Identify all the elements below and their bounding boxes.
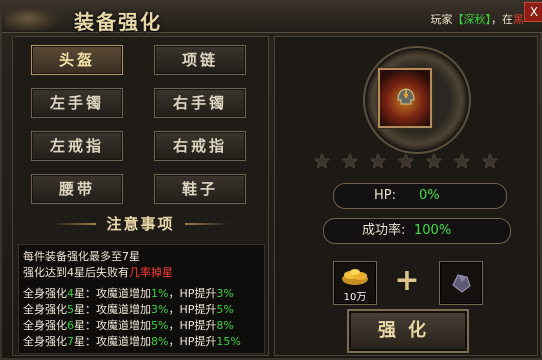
gold-amount: 10万 [343, 292, 367, 303]
gold-material-slot[interactable]: 10万 [333, 261, 377, 305]
enhance-button[interactable]: 强化 [347, 309, 469, 353]
ore-material-slot[interactable] [439, 261, 483, 305]
bonus-stars: 5 [67, 303, 74, 316]
slot-button-belt[interactable]: 腰带 [31, 174, 123, 204]
bonus-attack: 5% [151, 319, 169, 332]
star-rating: ★ ★ ★ ★ ★ ★ ★ [313, 149, 503, 173]
banner-location: 黑 [513, 13, 524, 26]
success-rate-value: 100% [414, 223, 452, 238]
bonus-hp: 5% [216, 303, 234, 316]
bonus-row: 全身强化7星：攻魔道增加8%，HP提升15% [23, 333, 241, 349]
ore-stone-icon [452, 274, 471, 293]
bonus-text: ，HP提升 [168, 335, 217, 348]
close-button[interactable]: X [524, 2, 542, 22]
enhance-window: 装备强化 玩家【深秋】，在黑 X 头盔 项链 左手镯 右手镯 左戒指 右戒指 腰… [0, 0, 542, 360]
bonus-text: 星：攻魔道增加 [74, 287, 151, 300]
gold-ingot-icon [342, 269, 368, 285]
slot-panel: 头盔 项链 左手镯 右手镯 左戒指 右戒指 腰带 鞋子 注意事项 每件装备强化最… [12, 36, 269, 356]
window-title: 装备强化 [74, 10, 162, 34]
banner-middle: ，在 [491, 13, 513, 26]
star-icon: ★ [481, 149, 499, 173]
bonus-hp: 8% [216, 319, 234, 332]
bonus-text: 星：攻魔道增加 [74, 303, 151, 316]
success-rate-label: 成功率: [362, 223, 406, 238]
star-icon: ★ [369, 149, 387, 173]
bonus-attack: 1% [151, 287, 169, 300]
bonus-hp: 15% [216, 335, 241, 348]
notice-warning: 几率掉星 [129, 266, 173, 279]
hp-label: HP: [374, 188, 396, 203]
bonus-text: ，HP提升 [168, 287, 217, 300]
bonus-stars: 4 [67, 287, 74, 300]
divider-right [185, 223, 230, 225]
title-bar[interactable]: 装备强化 玩家【深秋】，在黑 X [2, 2, 542, 34]
star-icon: ★ [341, 149, 359, 173]
bonus-row: 全身强化4星：攻魔道增加1%，HP提升3% [23, 285, 234, 301]
hp-bonus-display: HP: 0% [333, 183, 507, 209]
hp-value: 0% [419, 188, 440, 203]
bonus-label: 全身强化 [23, 303, 67, 316]
notice-header: 注意事项 [13, 211, 268, 237]
notice-title: 注意事项 [106, 215, 175, 233]
bonus-row: 全身强化5星：攻魔道增加3%，HP提升5% [23, 301, 234, 317]
bonus-label: 全身强化 [23, 319, 67, 332]
plus-icon: + [394, 263, 420, 298]
bonus-stars: 6 [67, 319, 74, 332]
star-icon: ★ [453, 149, 471, 173]
slot-button-necklace[interactable]: 项链 [154, 45, 246, 75]
star-icon: ★ [397, 149, 415, 173]
slot-button-shoes[interactable]: 鞋子 [154, 174, 246, 204]
bonus-label: 全身强化 [23, 287, 67, 300]
equipment-slot[interactable] [378, 68, 432, 128]
enhance-panel: ★ ★ ★ ★ ★ ★ ★ HP: 0% 成功率: 100% 10万 + 强化 [274, 36, 538, 356]
notice-line: 每件装备强化最多至7星 [23, 250, 140, 263]
slot-button-right-ring[interactable]: 右戒指 [154, 131, 246, 161]
star-icon: ★ [313, 149, 331, 173]
success-rate-display: 成功率: 100% [323, 218, 511, 244]
bonus-attack: 3% [151, 303, 169, 316]
bonus-text: 星：攻魔道增加 [74, 319, 151, 332]
helmet-icon [397, 88, 415, 105]
slot-button-left-ring[interactable]: 左戒指 [31, 131, 123, 161]
bonus-label: 全身强化 [23, 335, 67, 348]
slot-button-left-bracelet[interactable]: 左手镯 [31, 88, 123, 118]
banner-prefix: 玩家 [430, 13, 453, 26]
divider-left [51, 223, 96, 225]
bonus-attack: 8% [151, 335, 169, 348]
bonus-hp: 3% [216, 287, 234, 300]
star-icon: ★ [425, 149, 443, 173]
slot-button-helmet[interactable]: 头盔 [31, 45, 123, 75]
notice-text: 强化达到4星后失败有 [23, 266, 129, 279]
bonus-text: 星：攻魔道增加 [74, 335, 151, 348]
bonus-stars: 7 [67, 335, 74, 348]
bonus-row: 全身强化6星：攻魔道增加5%，HP提升8% [23, 317, 234, 333]
slot-button-right-bracelet[interactable]: 右手镯 [154, 88, 246, 118]
notice-box: 每件装备强化最多至7星 强化达到4星后失败有几率掉星 全身强化4星：攻魔道增加1… [18, 244, 265, 354]
announcement-banner: 玩家【深秋】，在黑 [431, 11, 525, 27]
notice-line: 强化达到4星后失败有几率掉星 [23, 264, 173, 280]
banner-player-name: 【深秋】 [452, 13, 492, 26]
bonus-text: ，HP提升 [168, 319, 217, 332]
dragon-emblem-icon [4, 3, 64, 31]
bonus-text: ，HP提升 [168, 303, 217, 316]
